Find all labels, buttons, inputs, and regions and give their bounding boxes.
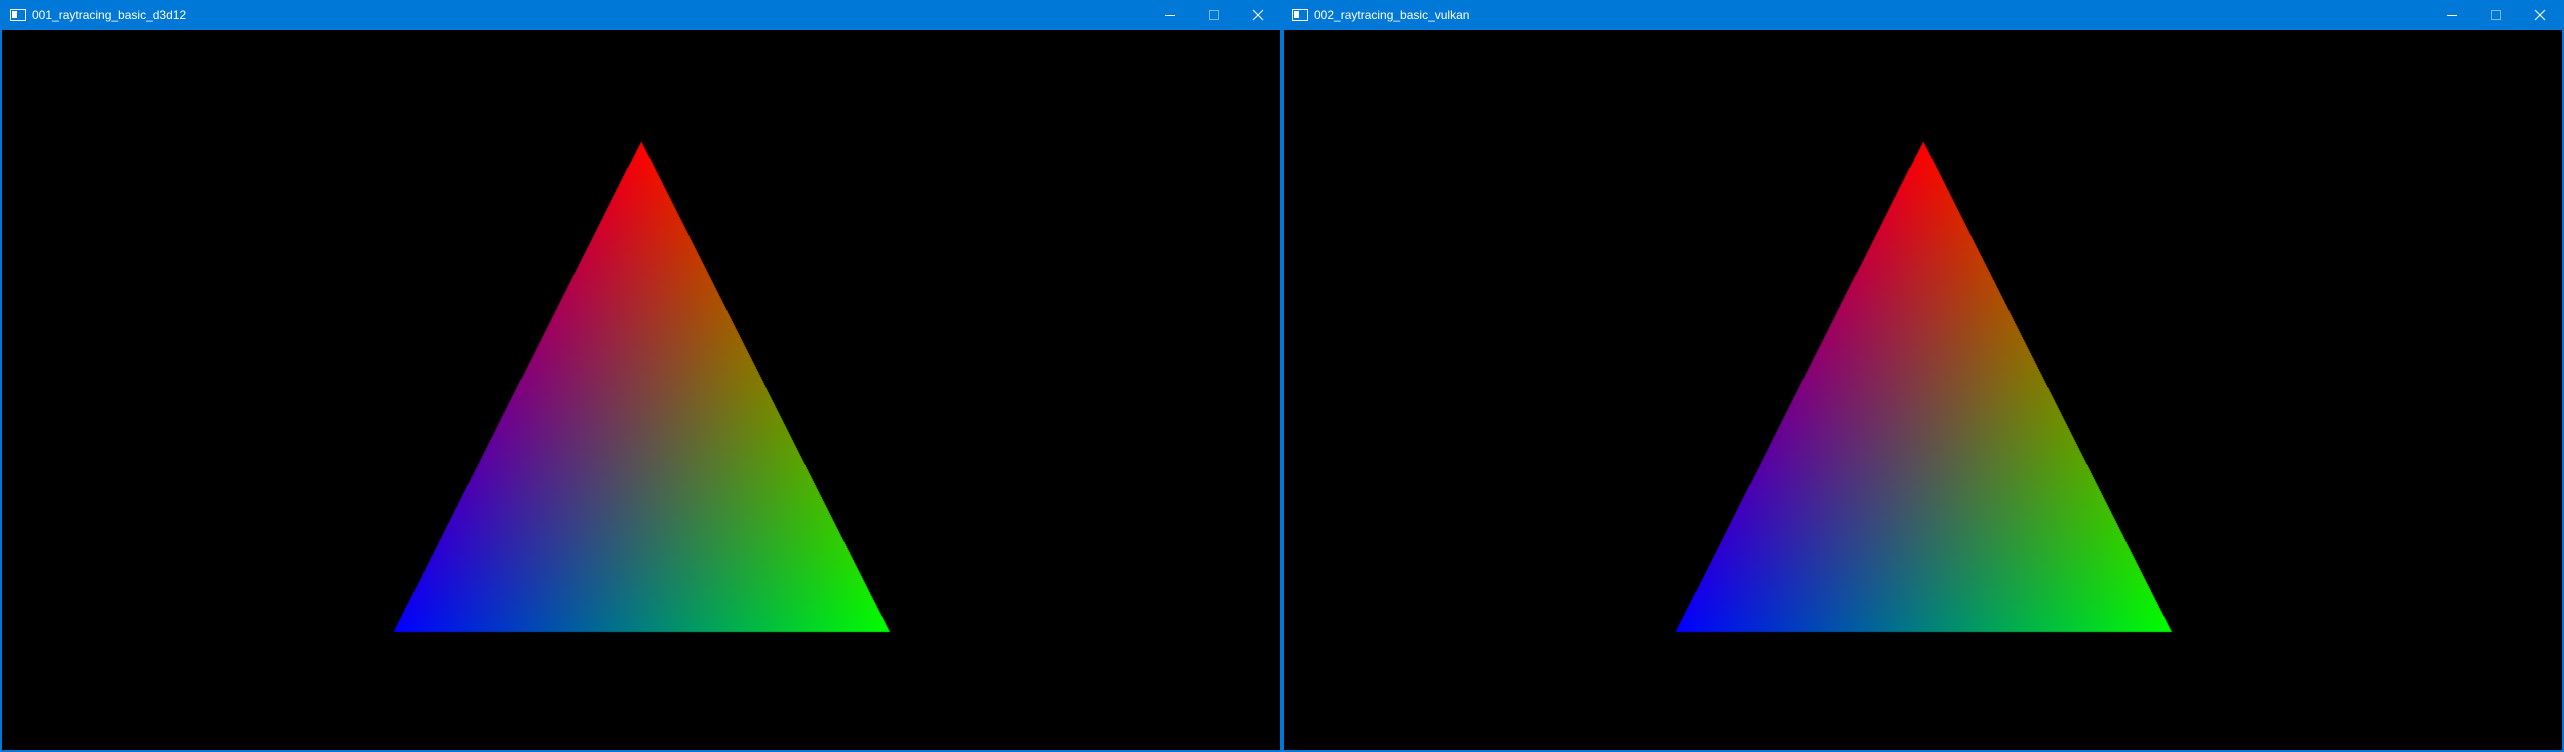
render-viewport[interactable] bbox=[2, 30, 1280, 750]
close-icon bbox=[2534, 9, 2546, 21]
render-viewport[interactable] bbox=[1284, 30, 2562, 750]
window-title: 002_raytracing_basic_vulkan bbox=[1314, 8, 1470, 22]
close-button[interactable] bbox=[1236, 0, 1280, 30]
minimize-button[interactable] bbox=[1148, 0, 1192, 30]
minimize-icon bbox=[1165, 15, 1175, 16]
console-app-icon[interactable] bbox=[10, 9, 26, 21]
maximize-button[interactable] bbox=[2474, 0, 2518, 30]
window-controls bbox=[1148, 0, 1280, 30]
maximize-icon bbox=[1209, 10, 1219, 20]
close-icon bbox=[1252, 9, 1264, 21]
console-app-icon[interactable] bbox=[1292, 9, 1308, 21]
title-bar[interactable]: 002_raytracing_basic_vulkan bbox=[1284, 0, 2562, 30]
minimize-icon bbox=[2447, 15, 2457, 16]
maximize-icon bbox=[2491, 10, 2501, 20]
rgb-triangle bbox=[1284, 30, 2562, 750]
window-controls bbox=[2430, 0, 2562, 30]
rgb-triangle bbox=[2, 30, 1280, 750]
window-title: 001_raytracing_basic_d3d12 bbox=[32, 8, 187, 22]
window-d3d12[interactable]: 001_raytracing_basic_d3d12 bbox=[0, 0, 1282, 752]
desktop: 001_raytracing_basic_d3d12 002_raytracin… bbox=[0, 0, 2564, 752]
window-vulkan[interactable]: 002_raytracing_basic_vulkan bbox=[1282, 0, 2564, 752]
maximize-button[interactable] bbox=[1192, 0, 1236, 30]
title-bar[interactable]: 001_raytracing_basic_d3d12 bbox=[2, 0, 1280, 30]
close-button[interactable] bbox=[2518, 0, 2562, 30]
minimize-button[interactable] bbox=[2430, 0, 2474, 30]
